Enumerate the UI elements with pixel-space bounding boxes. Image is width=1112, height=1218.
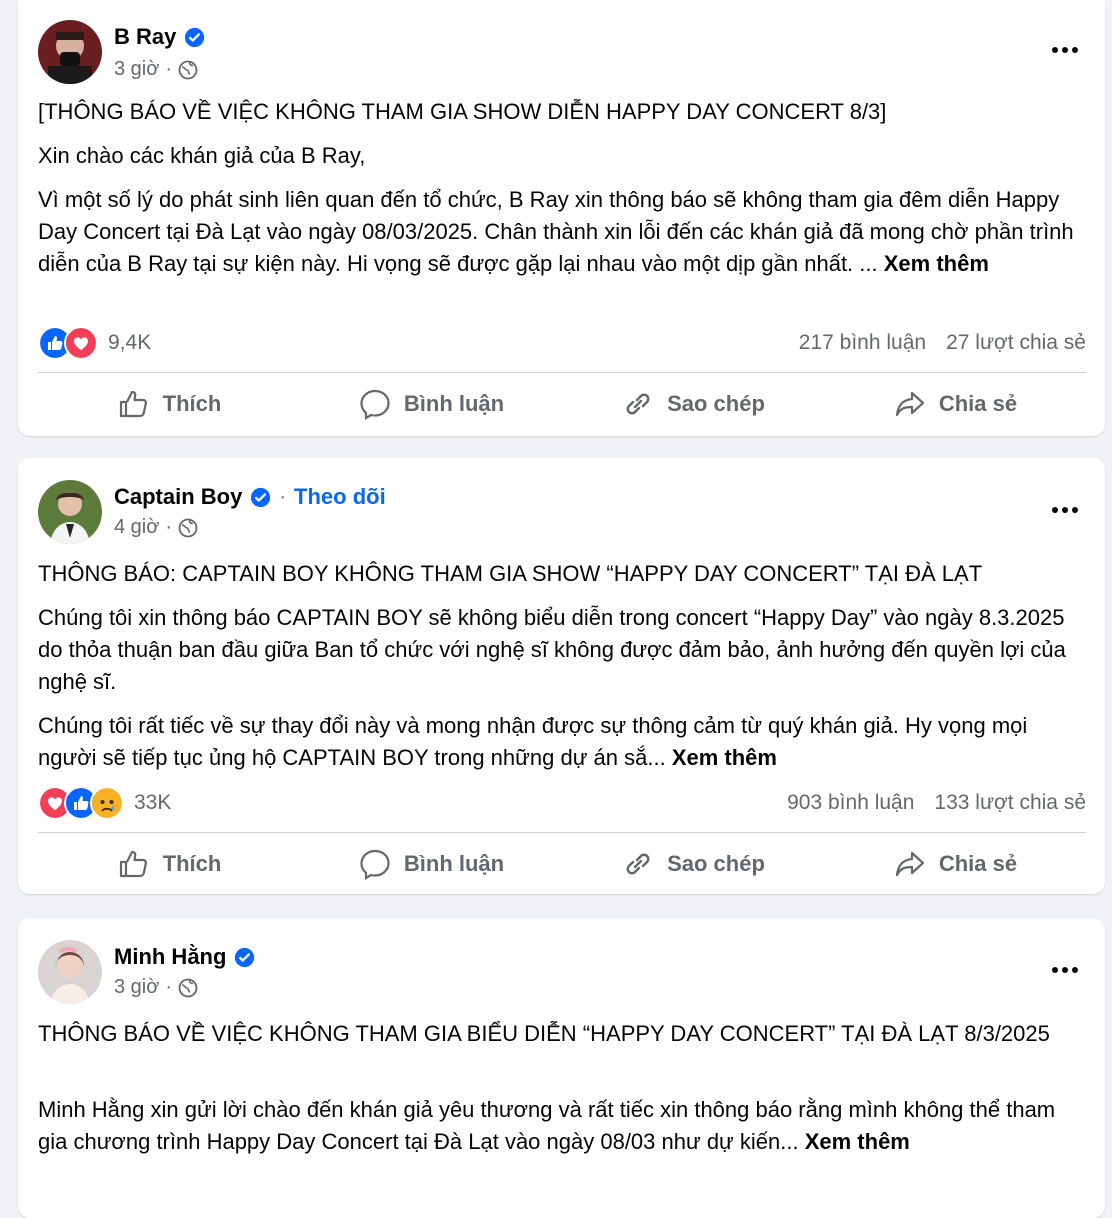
divider	[38, 372, 1086, 373]
post-title: [THÔNG BÁO VỀ VIỆC KHÔNG THAM GIA SHOW D…	[38, 99, 887, 124]
comment-button[interactable]: Bình luận	[300, 834, 562, 894]
globe-icon	[178, 518, 198, 537]
comment-count[interactable]: 217 bình luận	[799, 331, 926, 355]
post-time[interactable]: 3 giờ	[114, 58, 159, 81]
post-card: B Ray 3 giờ · [THÔNG BÁO VỀ VIỆC KHÔNG T…	[18, 0, 1105, 436]
avatar[interactable]	[38, 940, 102, 1004]
like-label: Thích	[162, 391, 222, 416]
post-body: Chúng tôi rất tiếc về sự thay đổi này và…	[38, 710, 1078, 774]
reaction-count: 33K	[134, 791, 172, 814]
thumbs-up-icon	[119, 390, 147, 418]
post-title: THÔNG BÁO VỀ VIỆC KHÔNG THAM GIA BIỂU DI…	[38, 1021, 1050, 1046]
comment-button[interactable]: Bình luận	[300, 374, 562, 434]
share-button[interactable]: Chia sẻ	[824, 834, 1086, 894]
comment-label: Bình luận	[403, 851, 505, 876]
post-stats: 33K 903 bình luận 133 lượt chia sẻ	[38, 786, 1086, 820]
share-label: Chia sẻ	[938, 851, 1018, 876]
author-name[interactable]: B Ray	[114, 24, 176, 50]
share-arrow-icon	[895, 391, 924, 417]
comment-count[interactable]: 903 bình luận	[787, 791, 914, 815]
see-more-link[interactable]: Xem thêm	[672, 745, 777, 770]
thumbs-up-icon	[119, 850, 147, 878]
post-card: Captain Boy · Theo dõi 4 giờ · THÔNG BÁO…	[18, 458, 1105, 894]
share-count[interactable]: 27 lượt chia sẻ	[946, 331, 1086, 355]
post-greeting: Xin chào các khán giả của B Ray,	[38, 143, 366, 168]
post-body: Chúng tôi xin thông báo CAPTAIN BOY sẽ k…	[38, 605, 1066, 694]
post-time[interactable]: 3 giờ	[114, 976, 159, 999]
see-more-link[interactable]: Xem thêm	[805, 1129, 910, 1154]
post-title: THÔNG BÁO: CAPTAIN BOY KHÔNG THAM GIA SH…	[38, 561, 983, 586]
verified-badge-icon	[185, 27, 205, 47]
reaction-count: 9,4K	[108, 331, 152, 354]
reaction-summary[interactable]: 9,4K	[38, 326, 151, 360]
verified-badge-icon	[235, 947, 255, 967]
avatar[interactable]	[38, 20, 102, 84]
copy-label: Sao chép	[667, 851, 765, 876]
see-more-link[interactable]: Xem thêm	[884, 251, 989, 276]
verified-badge-icon	[251, 487, 271, 507]
sad-reaction-icon	[90, 786, 124, 820]
divider	[38, 832, 1086, 833]
follow-button[interactable]: Theo dõi	[294, 484, 386, 510]
post-header: Captain Boy · Theo dõi 4 giờ ·	[18, 458, 1105, 568]
more-options-icon[interactable]	[1045, 30, 1085, 70]
globe-icon	[178, 60, 198, 79]
link-icon	[626, 853, 650, 875]
copy-button[interactable]: Sao chép	[562, 374, 824, 434]
post-stats: 9,4K 217 bình luận 27 lượt chia sẻ	[38, 326, 1086, 360]
copy-label: Sao chép	[667, 391, 765, 416]
share-count[interactable]: 133 lượt chia sẻ	[934, 791, 1086, 815]
copy-button[interactable]: Sao chép	[562, 834, 824, 894]
comment-bubble-icon	[360, 389, 390, 420]
post-body: Vì một số lý do phát sinh liên quan đến …	[38, 184, 1078, 280]
comment-label: Bình luận	[403, 391, 505, 416]
author-name[interactable]: Captain Boy	[114, 484, 242, 510]
post-card: Minh Hằng 3 giờ · THÔNG BÁO VỀ VIỆC KHÔN…	[18, 918, 1105, 1218]
action-bar: Thích Bình luận Sao chép Chia sẻ	[38, 834, 1086, 894]
more-options-icon[interactable]	[1045, 950, 1085, 990]
post-time[interactable]: 4 giờ	[114, 516, 159, 539]
like-button[interactable]: Thích	[38, 834, 300, 894]
author-name[interactable]: Minh Hằng	[114, 944, 226, 970]
avatar[interactable]	[38, 480, 102, 544]
post-body-text: Chúng tôi rất tiếc về sự thay đổi này và…	[38, 713, 1028, 770]
like-label: Thích	[162, 851, 222, 876]
link-icon	[626, 393, 650, 415]
share-label: Chia sẻ	[938, 391, 1018, 416]
more-options-icon[interactable]	[1045, 490, 1085, 530]
globe-icon	[178, 978, 198, 997]
comment-bubble-icon	[360, 849, 390, 880]
post-header: B Ray 3 giờ ·	[18, 0, 1105, 110]
action-bar: Thích Bình luận Sao chép Chia sẻ	[38, 374, 1086, 434]
share-button[interactable]: Chia sẻ	[824, 374, 1086, 434]
reaction-summary[interactable]: 33K	[38, 786, 171, 820]
share-arrow-icon	[895, 851, 924, 877]
post-body: Minh Hằng xin gửi lời chào đến khán giả …	[38, 1094, 1078, 1158]
like-button[interactable]: Thích	[38, 374, 300, 434]
post-header: Minh Hằng 3 giờ ·	[18, 918, 1105, 1028]
love-reaction-icon	[64, 326, 98, 360]
